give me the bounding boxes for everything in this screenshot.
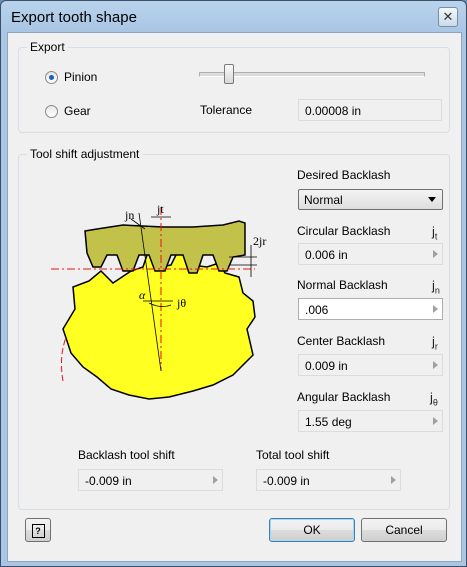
tool-shift-group-label: Tool shift adjustment (27, 147, 143, 161)
desired-backlash-value: Normal (304, 193, 343, 207)
dialog-window: Export tooth shape ✕ Export Pinion Gear … (0, 0, 467, 567)
dialog-title: Export tooth shape (11, 9, 137, 26)
pinion-label: Pinion (64, 70, 98, 84)
pinion-radio[interactable]: Pinion (45, 70, 97, 84)
center-backlash-symbol: jr (432, 334, 438, 352)
radio-unchecked-icon (45, 104, 58, 118)
ok-button[interactable]: OK (269, 518, 355, 542)
chevron-down-icon (428, 197, 436, 202)
gear-label: Gear (64, 104, 91, 118)
jn-label: jn (124, 208, 134, 222)
normal-backlash-input[interactable]: .006 (298, 298, 443, 320)
close-button[interactable]: ✕ (438, 7, 458, 27)
desired-backlash-select[interactable]: Normal (298, 189, 443, 210)
total-tool-shift-label: Total tool shift (256, 448, 330, 462)
alpha-label: α (139, 288, 146, 302)
normal-backlash-value: .006 (305, 303, 329, 317)
export-group: Export Pinion Gear Tolerance 0.00008 in (18, 40, 450, 133)
desired-backlash-label: Desired Backlash (297, 168, 391, 182)
tolerance-slider-thumb[interactable] (224, 64, 234, 84)
jtheta-label: jθ (176, 296, 186, 310)
backlash-tool-shift-field: -0.009 in (78, 469, 223, 491)
radio-checked-icon (45, 70, 58, 84)
dialog-client: Export Pinion Gear Tolerance 0.00008 in … (7, 32, 462, 562)
angular-backlash-value: 1.55 deg (305, 415, 352, 429)
tolerance-label: Tolerance (200, 103, 253, 117)
total-tool-shift-value: -0.009 in (263, 474, 310, 488)
expand-arrow-icon[interactable] (433, 305, 438, 313)
pinion-gear-shape (62, 252, 256, 400)
jr-label: 2jr (253, 234, 266, 248)
help-icon: ? (31, 524, 45, 538)
center-backlash-label: Center Backlash (297, 334, 386, 348)
expand-arrow-icon[interactable] (433, 361, 438, 369)
normal-backlash-label: Normal Backlash (297, 278, 388, 292)
backlash-tool-shift-value: -0.009 in (85, 474, 132, 488)
center-backlash-field: 0.009 in (298, 354, 443, 376)
center-backlash-value: 0.009 in (305, 359, 348, 373)
cancel-button[interactable]: Cancel (361, 518, 447, 542)
normal-backlash-symbol: jn (432, 278, 440, 296)
help-button[interactable]: ? (25, 518, 51, 542)
jt-label: jt (156, 205, 164, 216)
close-icon: ✕ (442, 9, 454, 24)
gear-radio[interactable]: Gear (45, 104, 91, 118)
total-tool-shift-field: -0.009 in (256, 469, 401, 491)
circular-backlash-label: Circular Backlash (297, 224, 391, 238)
title-bar[interactable]: Export tooth shape ✕ (1, 1, 466, 33)
expand-arrow-icon[interactable] (433, 250, 438, 258)
export-group-label: Export (27, 40, 68, 54)
circular-backlash-value: 0.006 in (305, 248, 348, 262)
expand-arrow-icon[interactable] (433, 417, 438, 425)
tool-shift-group: Tool shift adjustment jn jt 2jr α jθ Des… (18, 147, 450, 510)
expand-arrow-icon[interactable] (213, 476, 218, 484)
angular-backlash-label: Angular Backlash (297, 390, 391, 404)
rack-shape (84, 220, 246, 274)
tolerance-value: 0.00008 in (305, 104, 362, 118)
backlash-diagram: jn jt 2jr α jθ (51, 205, 266, 400)
angular-backlash-field: 1.55 deg (298, 410, 443, 432)
circular-backlash-field: 0.006 in (298, 243, 443, 265)
angular-backlash-symbol: jθ (430, 390, 438, 408)
expand-arrow-icon[interactable] (391, 476, 396, 484)
tolerance-field: 0.00008 in (298, 99, 442, 121)
backlash-tool-shift-label: Backlash tool shift (78, 448, 175, 462)
circular-backlash-symbol: jt (432, 224, 438, 242)
